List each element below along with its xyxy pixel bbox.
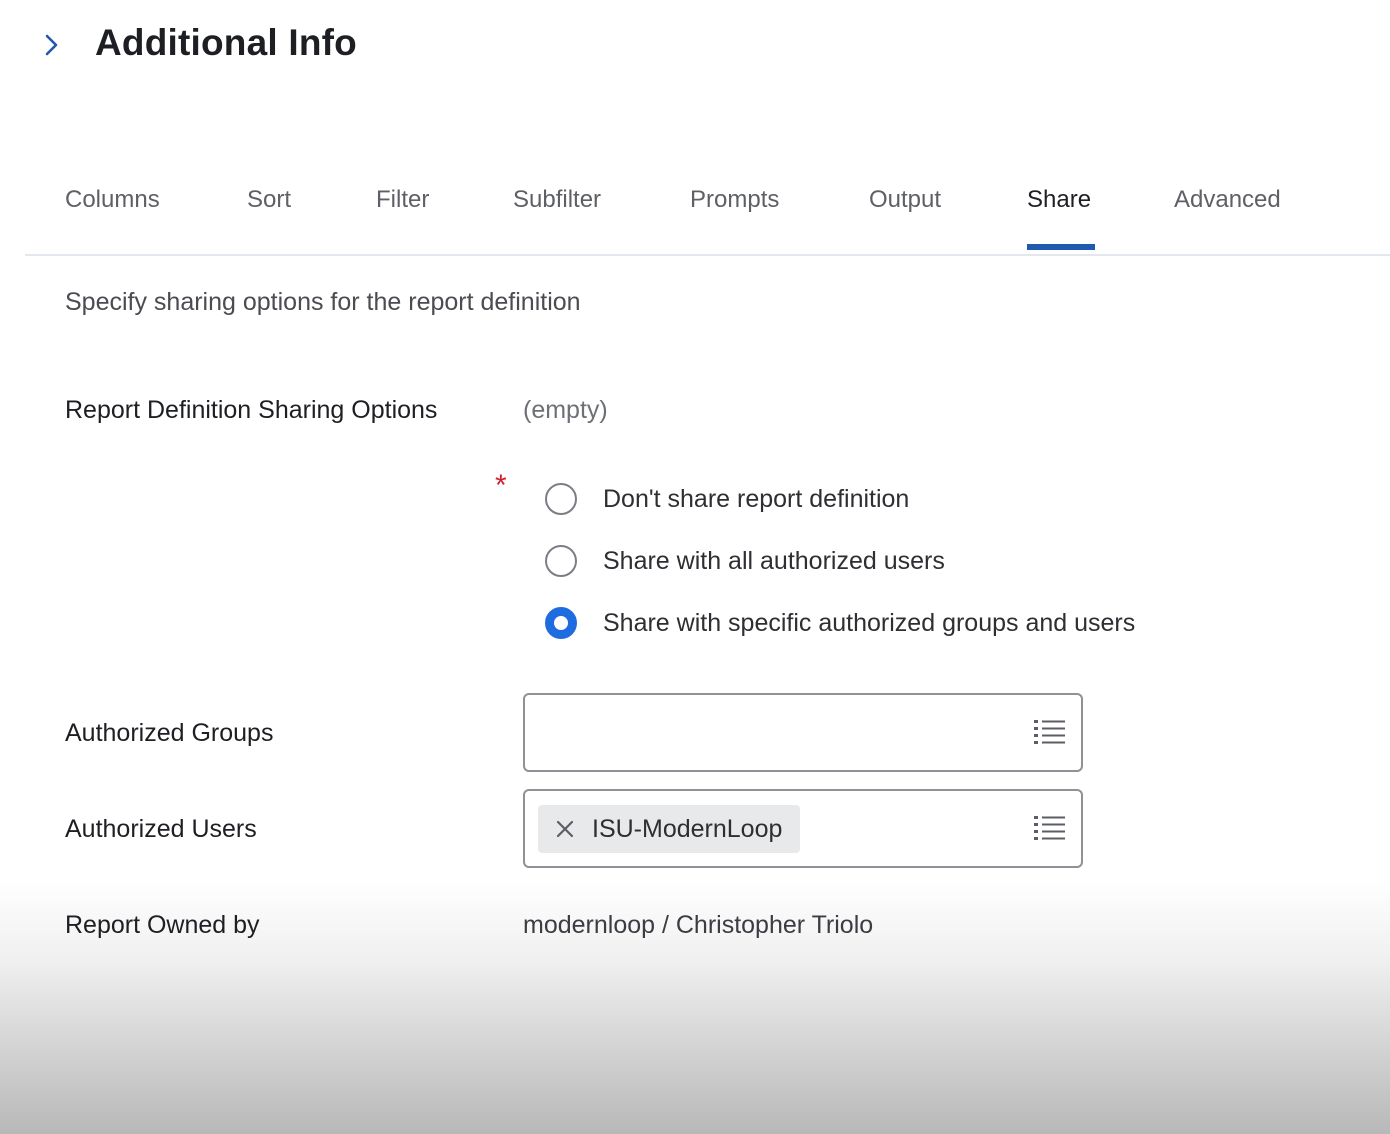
tab-advanced[interactable]: Advanced: [1174, 184, 1281, 216]
selected-user-pill: ISU-ModernLoop: [538, 805, 801, 853]
tab-columns[interactable]: Columns: [65, 184, 160, 216]
list-icon[interactable]: [1033, 717, 1067, 747]
tab-share[interactable]: Share: [1027, 184, 1091, 216]
required-marker: *: [495, 469, 507, 502]
page-title: Additional Info: [95, 22, 357, 63]
authorized-groups-label: Authorized Groups: [65, 719, 274, 747]
report-owner-value: modernloop / Christopher Triolo: [523, 911, 874, 939]
active-tab-indicator: [1027, 244, 1095, 250]
tab-output[interactable]: Output: [869, 184, 941, 216]
radio-button[interactable]: [545, 545, 577, 577]
tab-bar: Columns Sort Filter Subfilter Prompts Ou…: [25, 170, 1390, 256]
radio-button[interactable]: [545, 483, 577, 515]
radio-label: Share with all authorized users: [603, 547, 945, 575]
sharing-options-value: (empty): [523, 396, 608, 424]
tab-sort[interactable]: Sort: [247, 184, 291, 216]
radio-share-all-users[interactable]: Share with all authorized users: [545, 542, 945, 580]
radio-button-selected[interactable]: [545, 607, 577, 639]
radio-share-specific[interactable]: Share with specific authorized groups an…: [545, 604, 1135, 642]
radio-label: Share with specific authorized groups an…: [603, 609, 1136, 637]
pill-label: ISU-ModernLoop: [592, 815, 783, 843]
radio-dont-share[interactable]: Don't share report definition: [545, 480, 909, 518]
page-header: Additional Info: [0, 0, 1390, 90]
tab-subfilter[interactable]: Subfilter: [513, 184, 601, 216]
chevron-right-icon[interactable]: [42, 33, 62, 57]
sharing-options-label: Report Definition Sharing Options: [65, 396, 438, 424]
authorized-users-input[interactable]: ISU-ModernLoop: [523, 789, 1083, 868]
list-icon[interactable]: [1033, 813, 1067, 843]
report-owner-label: Report Owned by: [65, 911, 260, 939]
tab-filter[interactable]: Filter: [376, 184, 429, 216]
authorized-users-label: Authorized Users: [65, 815, 257, 843]
close-icon[interactable]: [554, 818, 576, 840]
tab-prompts[interactable]: Prompts: [690, 184, 779, 216]
page-description: Specify sharing options for the report d…: [65, 288, 581, 316]
radio-label: Don't share report definition: [603, 485, 910, 513]
authorized-groups-input[interactable]: [523, 693, 1083, 772]
